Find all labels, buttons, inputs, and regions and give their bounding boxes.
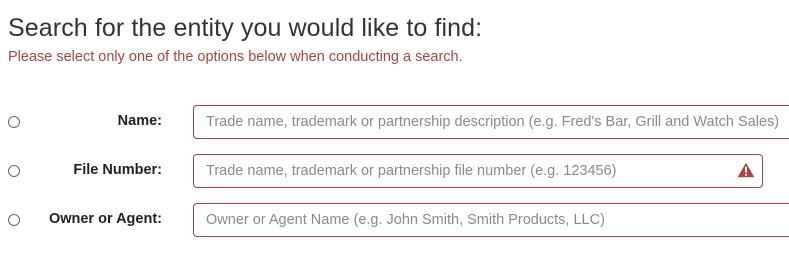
file-number-search-row: File Number: bbox=[0, 154, 789, 188]
owner-agent-input[interactable] bbox=[193, 203, 789, 237]
page-title: Search for the entity you would like to … bbox=[8, 14, 483, 42]
name-radio[interactable] bbox=[8, 116, 20, 128]
name-input[interactable] bbox=[193, 105, 789, 139]
owner-agent-search-row: Owner or Agent: bbox=[0, 203, 789, 237]
name-search-row: Name: bbox=[0, 105, 789, 139]
name-label: Name: bbox=[117, 113, 162, 129]
owner-agent-radio[interactable] bbox=[8, 214, 20, 226]
entity-search-page: Search for the entity you would like to … bbox=[0, 0, 789, 276]
file-number-radio[interactable] bbox=[8, 165, 20, 177]
file-number-input[interactable] bbox=[193, 154, 763, 188]
file-number-label: File Number: bbox=[73, 162, 162, 178]
owner-agent-label: Owner or Agent: bbox=[48, 211, 162, 227]
warning-icon bbox=[737, 162, 755, 178]
search-instruction: Please select only one of the options be… bbox=[8, 49, 463, 65]
